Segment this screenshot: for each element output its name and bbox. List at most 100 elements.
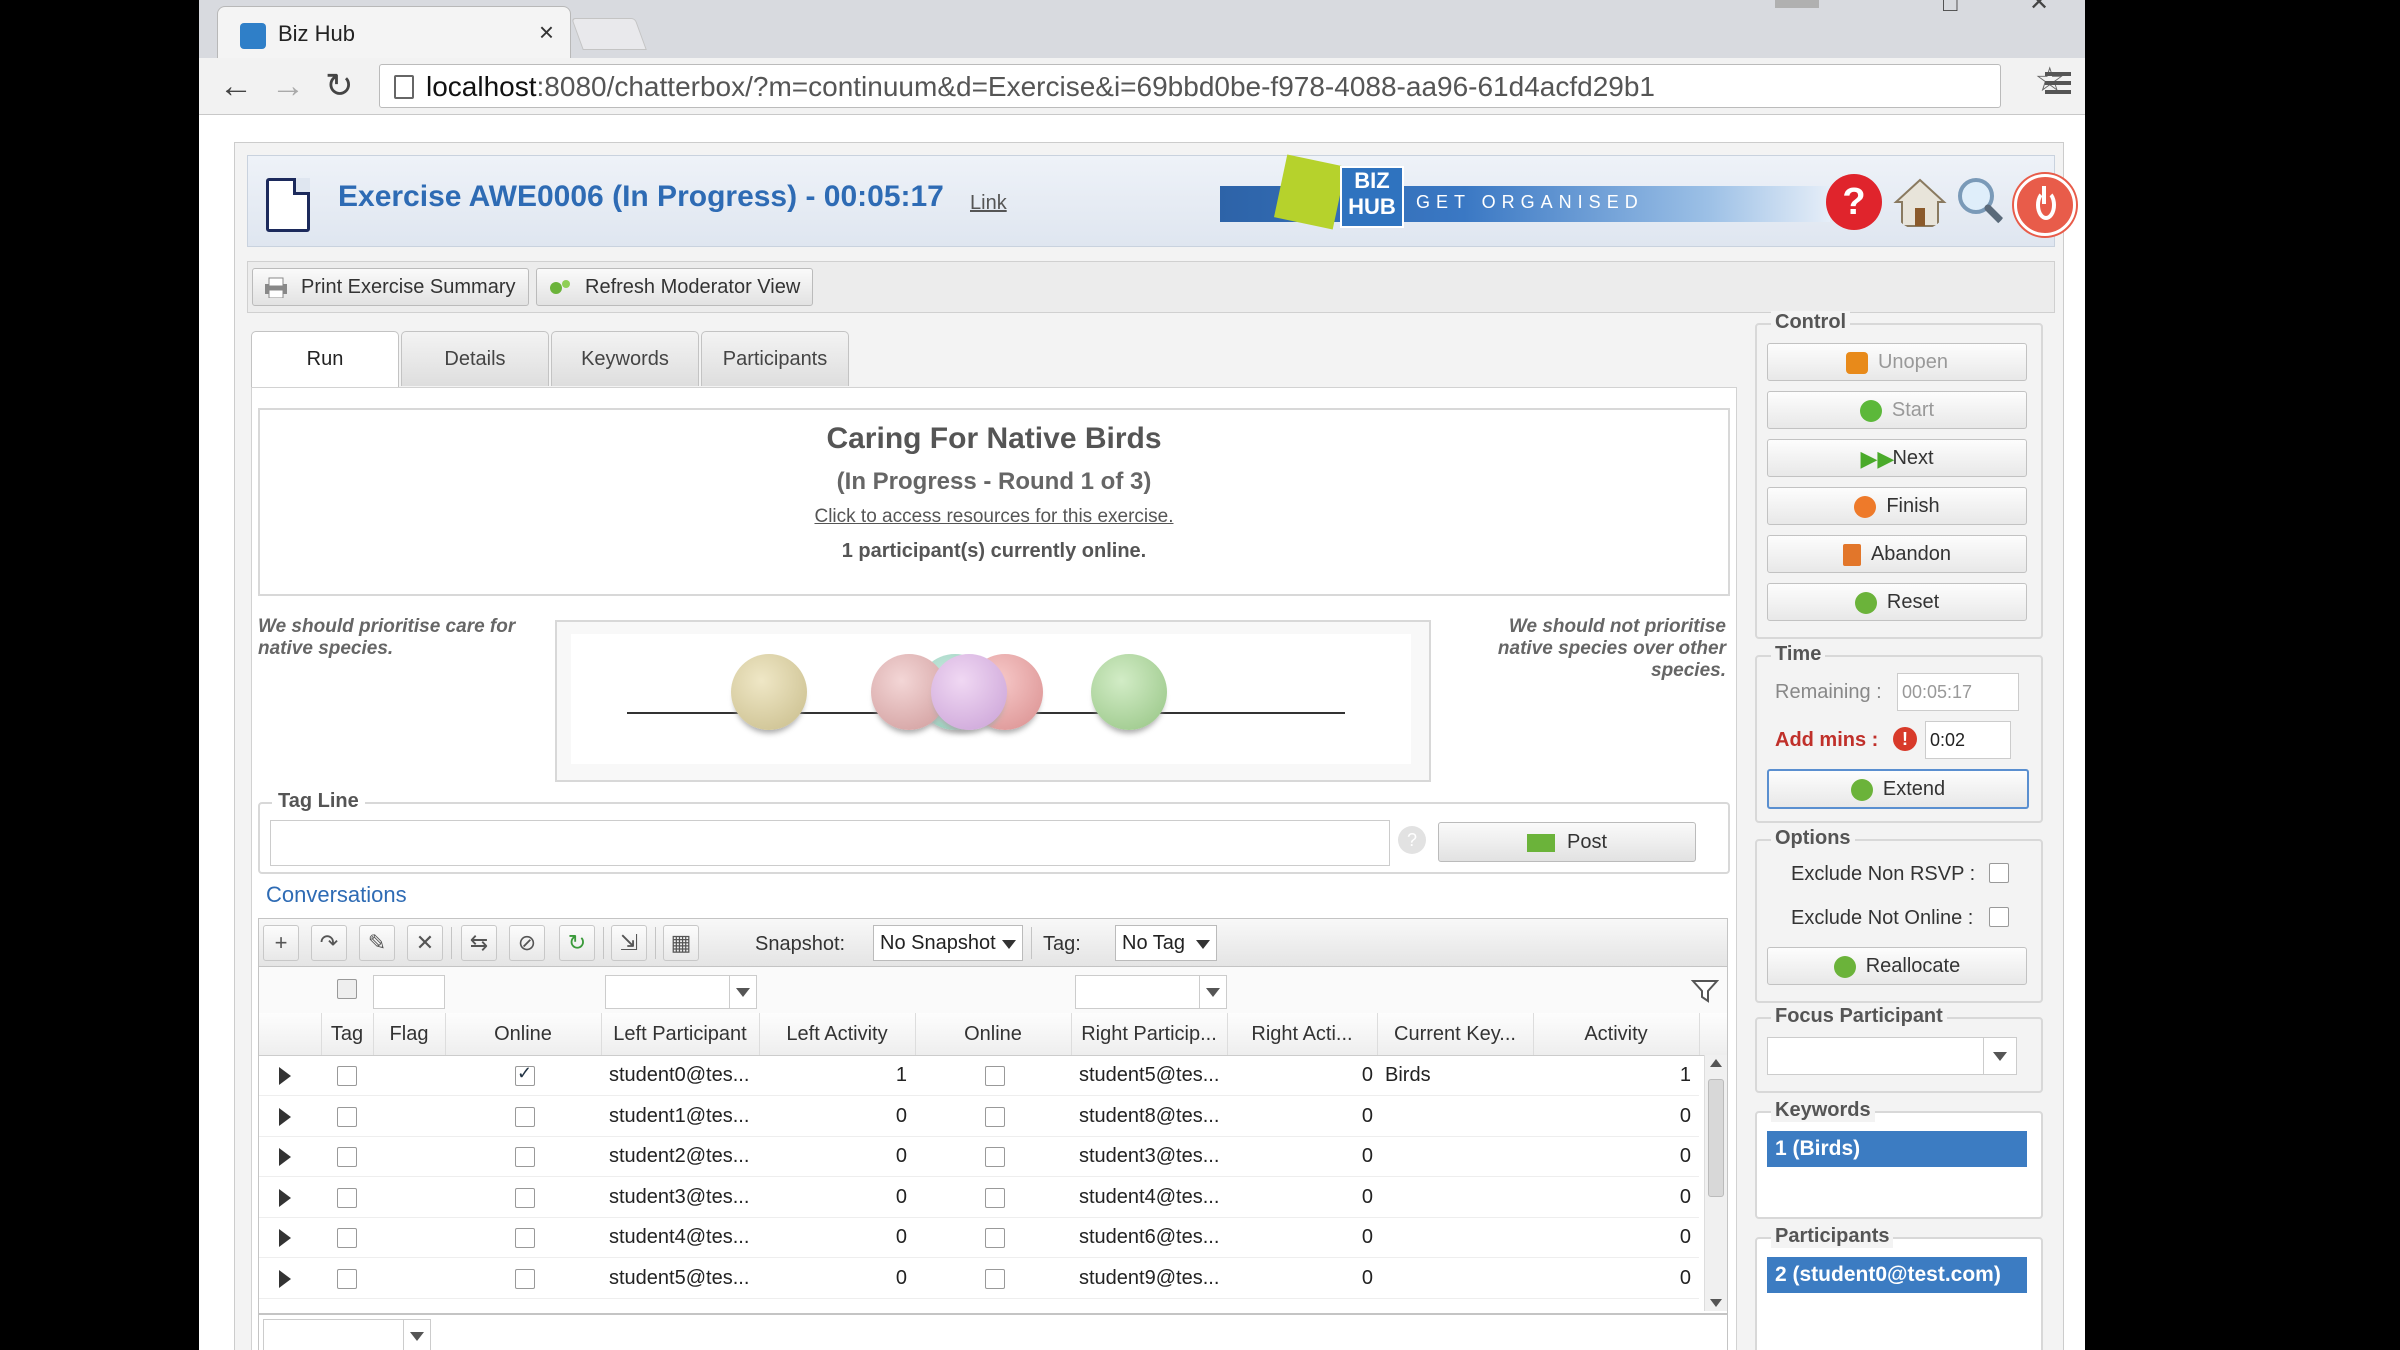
filter-icon[interactable] [1691, 977, 1719, 1005]
bizhub-banner: BIZ HUB GET ORGANISED [1220, 154, 1830, 230]
activity-cell: 0 [1679, 1104, 1691, 1127]
exclude-online-checkbox[interactable] [1989, 907, 2009, 927]
link-icon[interactable]: ⇆ [461, 925, 497, 961]
next-button[interactable]: ▶▶Next [1767, 439, 2027, 477]
exclude-rsvp-checkbox[interactable] [1989, 863, 2009, 883]
left-participant-filter[interactable] [605, 975, 757, 1009]
reset-button[interactable]: Reset [1767, 583, 2027, 621]
expand-row-icon[interactable] [279, 1107, 291, 1126]
add-icon[interactable]: + [263, 925, 299, 961]
add-mins-input[interactable]: 0:02 [1925, 721, 2011, 759]
minimize-icon[interactable] [1775, 0, 1819, 8]
columns-icon[interactable]: ▦ [663, 925, 699, 961]
back-icon[interactable]: ← [219, 66, 253, 106]
col-left-online[interactable]: Online [445, 1013, 602, 1055]
reload-icon[interactable]: ↻ [325, 66, 354, 106]
tag-filter[interactable] [373, 975, 445, 1009]
expand-row-icon[interactable] [279, 1148, 291, 1166]
home-icon[interactable] [1892, 174, 1948, 230]
row-tag-checkbox[interactable] [337, 1106, 357, 1127]
snapshot-label: Snapshot: [755, 933, 846, 955]
start-button[interactable]: Start [1767, 391, 2027, 429]
finish-button[interactable]: Finish [1767, 487, 2027, 525]
expand-row-icon[interactable] [279, 1067, 291, 1085]
col-left-participant[interactable]: Left Participant [601, 1013, 760, 1055]
focus-participant-select[interactable] [1767, 1037, 2017, 1075]
table-row[interactable]: student1@tes... 0 student8@tes... 0 0 [259, 1096, 1699, 1137]
search-icon[interactable] [1952, 174, 2008, 230]
col-right-participant[interactable]: Right Particip... [1071, 1013, 1228, 1055]
col-right-online[interactable]: Online [915, 1013, 1072, 1055]
abandon-button[interactable]: Abandon [1767, 535, 2027, 573]
refresh-moderator-button[interactable]: Refresh Moderator View [536, 268, 814, 306]
select-all-checkbox[interactable] [337, 979, 357, 999]
print-summary-button[interactable]: Print Exercise Summary [252, 268, 529, 306]
table-row[interactable]: student5@tes... 0 student9@tes... 0 0 [259, 1258, 1699, 1299]
row-tag-checkbox[interactable] [337, 1228, 357, 1248]
row-tag-checkbox[interactable] [337, 1268, 357, 1289]
refresh-icon[interactable]: ↻ [559, 925, 595, 961]
help-icon[interactable]: ? [1826, 174, 1882, 230]
exclude-online-label: Exclude Not Online : [1791, 907, 1974, 929]
row-tag-checkbox[interactable] [337, 1147, 357, 1167]
delete-icon[interactable]: ✕ [407, 925, 443, 961]
browser-menu-icon[interactable] [2045, 72, 2071, 99]
col-activity[interactable]: Activity [1533, 1013, 1700, 1055]
tag-select[interactable]: No Tag [1115, 925, 1217, 961]
col-current-keyword[interactable]: Current Key... [1377, 1013, 1534, 1055]
select-arrow-box [1983, 1038, 2016, 1074]
keyword-item-selected[interactable]: 1 (Birds) [1767, 1131, 2027, 1167]
col-flag[interactable]: Flag [373, 1013, 446, 1055]
export-icon[interactable]: ⇲ [611, 925, 647, 961]
grid-scrollbar[interactable] [1704, 1055, 1727, 1311]
col-left-activity[interactable]: Left Activity [759, 1013, 916, 1055]
reallocate-button[interactable]: Reallocate [1767, 947, 2027, 985]
tab-participants[interactable]: Participants [701, 331, 849, 386]
clear-filter-icon[interactable]: ⊘ [509, 925, 545, 961]
tab-details[interactable]: Details [401, 331, 549, 386]
tagline-input[interactable] [270, 820, 1390, 866]
participant-item-selected[interactable]: 2 (student0@test.com) [1767, 1257, 2027, 1293]
table-row[interactable]: student4@tes... 0 student6@tes... 0 0 [259, 1217, 1699, 1258]
address-bar[interactable]: localhost:8080/chatterbox/?m=continuum&d… [379, 64, 2001, 108]
expand-row-icon[interactable] [279, 1229, 291, 1247]
row-tag-checkbox[interactable] [337, 1066, 357, 1086]
exercise-link[interactable]: Link [970, 192, 1007, 215]
col-tag[interactable]: Tag [321, 1013, 374, 1055]
redo-icon[interactable]: ↷ [311, 925, 347, 961]
col-right-activity[interactable]: Right Acti... [1227, 1013, 1378, 1055]
close-window-icon[interactable]: ✕ [2029, 0, 2049, 17]
extend-button[interactable]: Extend [1767, 769, 2029, 809]
unopen-button[interactable]: Unopen [1767, 343, 2027, 381]
participant-marker[interactable] [931, 654, 1007, 730]
table-row[interactable]: student3@tes... 0 student4@tes... 0 0 [259, 1177, 1699, 1218]
tab-run[interactable]: Run [251, 331, 399, 388]
participant-marker[interactable] [1091, 654, 1167, 730]
expand-row-icon[interactable] [279, 1188, 291, 1207]
new-tab-button[interactable] [571, 18, 647, 50]
expand-row-icon[interactable] [279, 1269, 291, 1288]
options-fieldset: Options Exclude Non RSVP : Exclude Not O… [1755, 827, 2043, 1003]
right-participant-filter[interactable] [1075, 975, 1227, 1009]
scroll-thumb[interactable] [1708, 1079, 1724, 1197]
table-row[interactable]: student2@tes... 0 student3@tes... 0 0 [259, 1136, 1699, 1177]
current-keyword-cell [1385, 1217, 1531, 1257]
close-tab-icon[interactable]: × [539, 17, 554, 48]
browser-tab[interactable]: Biz Hub × [217, 6, 571, 59]
help-question-icon[interactable]: ? [1398, 826, 1426, 854]
edit-icon[interactable]: ✎ [359, 925, 395, 961]
post-button[interactable]: Post [1438, 822, 1696, 862]
snapshot-select[interactable]: No Snapshot [873, 925, 1023, 961]
row-tag-checkbox[interactable] [337, 1187, 357, 1208]
tab-keywords[interactable]: Keywords [551, 331, 699, 386]
table-row[interactable]: student0@tes... 1 student5@tes... 0 Birds 1 [259, 1055, 1699, 1096]
scroll-up-icon[interactable] [1710, 1059, 1722, 1067]
forward-icon[interactable]: → [271, 66, 305, 106]
page-size-select[interactable] [263, 1319, 431, 1350]
power-logout-icon[interactable] [2014, 174, 2076, 236]
participant-marker[interactable] [731, 654, 807, 730]
chevron-down-icon [1199, 976, 1226, 1008]
scroll-down-icon[interactable] [1710, 1299, 1722, 1307]
resources-link[interactable]: Click to access resources for this exerc… [260, 506, 1728, 528]
maximize-icon[interactable]: □ [1943, 0, 1958, 18]
